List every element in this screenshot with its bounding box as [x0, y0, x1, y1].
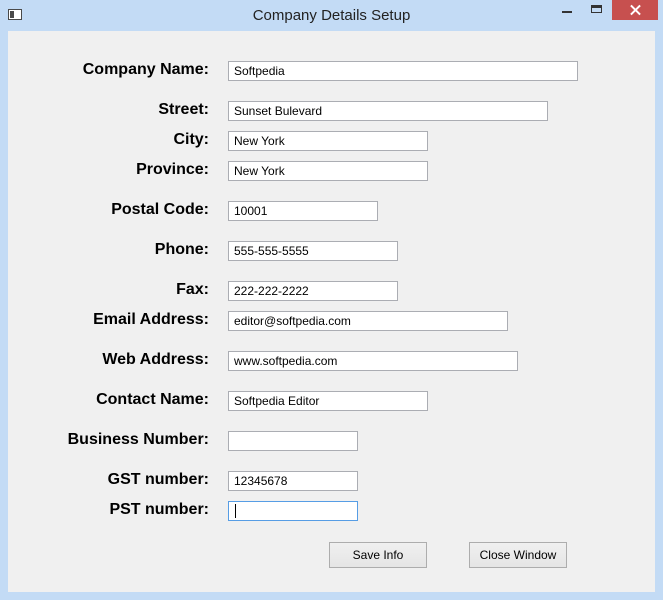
company-details-window: Company Details Setup Company Name: Stre… — [0, 0, 663, 600]
business-number-field[interactable] — [228, 431, 358, 451]
postal-code-label: Postal Code: — [111, 201, 209, 218]
contact-name-field[interactable] — [228, 391, 428, 411]
business-number-label: Business Number: — [67, 431, 209, 448]
street-field[interactable] — [228, 101, 548, 121]
gst-number-label: GST number: — [107, 471, 209, 488]
form-panel: Company Name: Street: City: Province: Po… — [8, 31, 655, 592]
postal-code-field[interactable] — [228, 201, 378, 221]
province-field[interactable] — [228, 161, 428, 181]
close-window-button[interactable]: Close Window — [469, 542, 567, 568]
web-address-label: Web Address: — [102, 351, 209, 368]
street-label: Street: — [158, 101, 209, 118]
email-address-field[interactable] — [228, 311, 508, 331]
close-icon[interactable] — [612, 0, 658, 20]
city-label: City: — [173, 131, 209, 148]
fax-field[interactable] — [228, 281, 398, 301]
minimize-button[interactable] — [552, 0, 582, 20]
pst-number-field[interactable] — [228, 501, 358, 521]
maximize-button[interactable] — [582, 0, 612, 20]
pst-number-label: PST number: — [109, 501, 209, 518]
save-info-button[interactable]: Save Info — [329, 542, 427, 568]
gst-number-field[interactable] — [228, 471, 358, 491]
phone-label: Phone: — [154, 241, 209, 258]
contact-name-label: Contact Name: — [96, 391, 209, 408]
fax-label: Fax: — [176, 281, 209, 298]
web-address-field[interactable] — [228, 351, 518, 371]
province-label: Province: — [136, 161, 209, 178]
company-name-label: Company Name: — [82, 61, 209, 78]
city-field[interactable] — [228, 131, 428, 151]
phone-field[interactable] — [228, 241, 398, 261]
text-caret — [235, 504, 236, 518]
title-bar[interactable]: Company Details Setup — [0, 0, 663, 31]
email-address-label: Email Address: — [93, 311, 209, 328]
company-name-field[interactable] — [228, 61, 578, 81]
